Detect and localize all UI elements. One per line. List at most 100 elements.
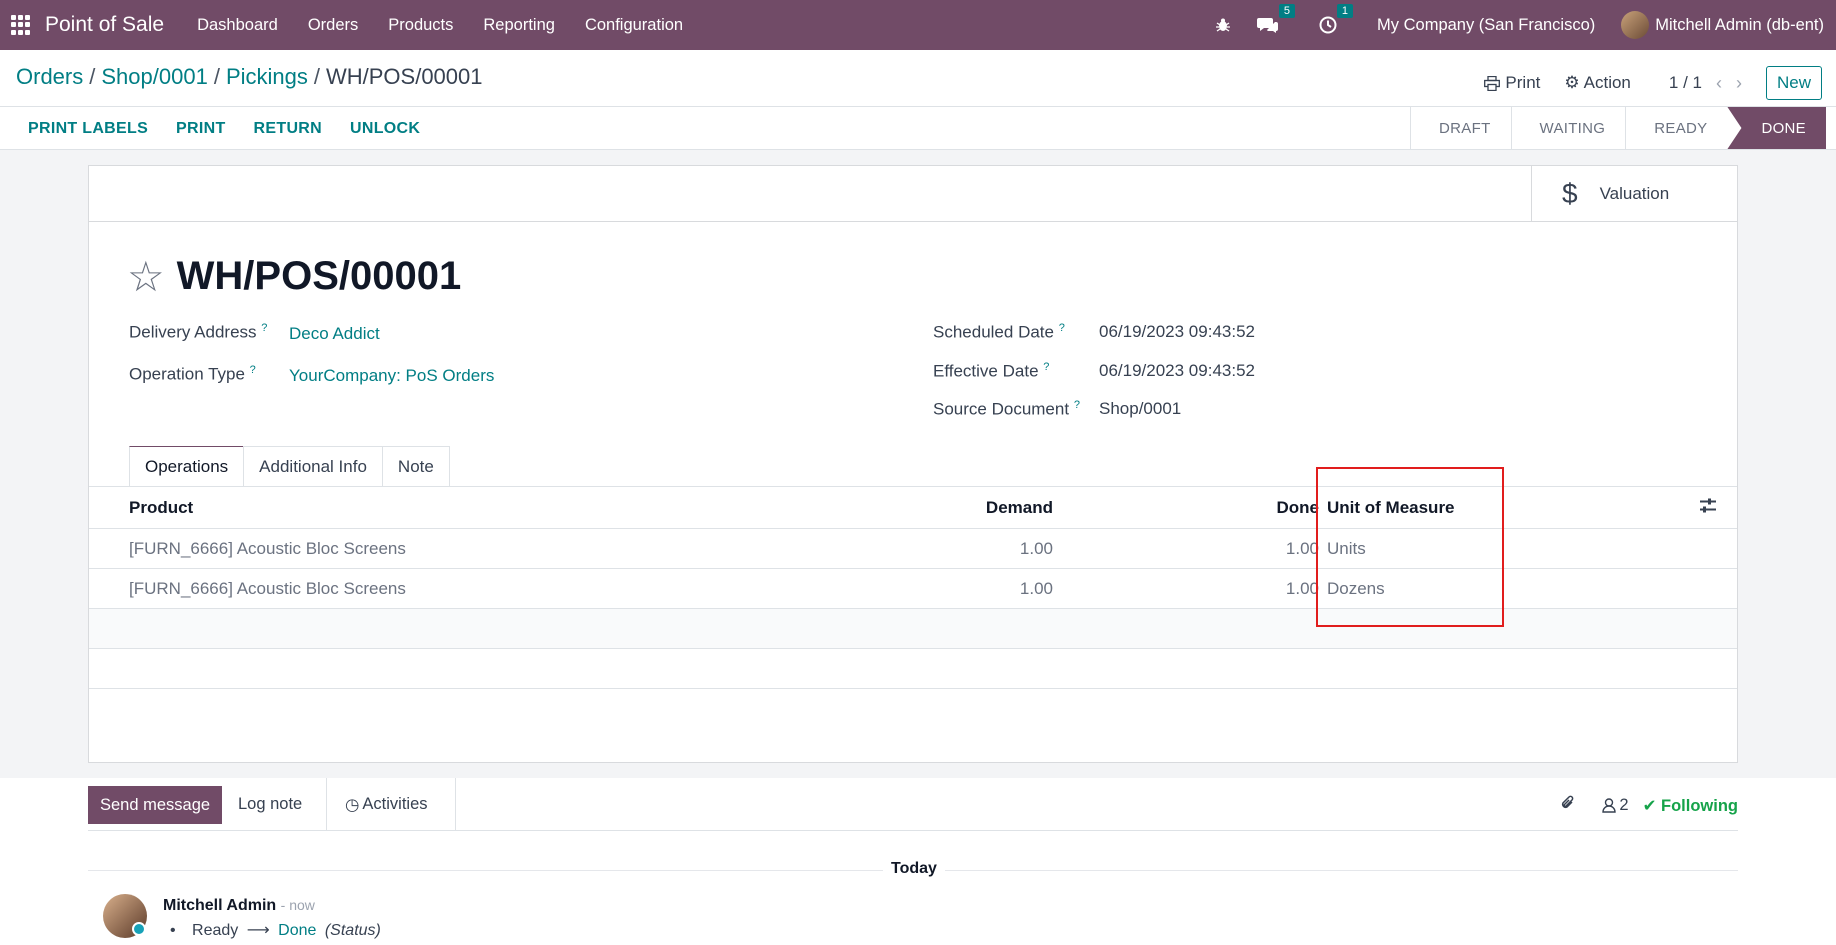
print-labels-button[interactable]: PRINT LABELS bbox=[28, 120, 148, 138]
empty-row bbox=[89, 609, 1737, 649]
help-tooltip-icon[interactable]: ? bbox=[1059, 322, 1065, 334]
header-actions: PRINT LABELS PRINT RETURN UNLOCK bbox=[28, 120, 448, 138]
help-tooltip-icon[interactable]: ? bbox=[250, 364, 256, 376]
check-icon: ✔ bbox=[1642, 796, 1657, 815]
return-button[interactable]: RETURN bbox=[254, 120, 322, 138]
effective-date-label: Effective Date ? bbox=[933, 361, 1050, 381]
help-tooltip-icon[interactable]: ? bbox=[1074, 399, 1080, 411]
breadcrumb: Orders / Shop/0001/Pickings / WH/POS/00001 bbox=[16, 64, 483, 89]
effective-date-value: 06/19/2023 09:43:52 bbox=[1099, 361, 1255, 380]
print-label: Print bbox=[1505, 73, 1541, 92]
menu-configuration[interactable]: Configuration bbox=[585, 16, 683, 35]
menu-dashboard[interactable]: Dashboard bbox=[197, 16, 278, 35]
operation-type-label: Operation Type ? bbox=[129, 364, 256, 384]
status-bar: DRAFT WAITING READY DONE bbox=[1410, 107, 1826, 149]
activities-clock-icon[interactable]: 1 bbox=[1319, 4, 1354, 34]
stage-done[interactable]: DONE bbox=[1727, 107, 1826, 149]
action-label: Action bbox=[1583, 73, 1631, 92]
menu-products[interactable]: Products bbox=[388, 16, 453, 35]
delivery-address-label: Delivery Address ? bbox=[129, 322, 268, 342]
column-demand[interactable]: Demand bbox=[986, 498, 1053, 518]
stage-draft[interactable]: DRAFT bbox=[1410, 107, 1511, 149]
smart-button-box: $ Valuation bbox=[89, 166, 1737, 222]
row-product: [FURN_6666] Acoustic Bloc Screens bbox=[129, 578, 406, 598]
breadcrumb-pickings[interactable]: Pickings bbox=[226, 64, 308, 89]
user-avatar[interactable] bbox=[1621, 11, 1650, 39]
table-row[interactable]: [FURN_6666] Acoustic Bloc Screens 1.00 1… bbox=[89, 529, 1737, 569]
breadcrumb-orders[interactable]: Orders bbox=[16, 64, 83, 89]
scheduled-date-value: 06/19/2023 09:43:52 bbox=[1099, 322, 1255, 341]
scheduled-date-label: Scheduled Date ? bbox=[933, 322, 1065, 342]
source-document-label: Source Document ? bbox=[933, 399, 1080, 419]
debug-bug-icon[interactable] bbox=[1215, 17, 1231, 33]
activities-button[interactable]: ◷ Activities bbox=[326, 778, 456, 831]
following-button[interactable]: ✔ Following bbox=[1643, 796, 1738, 816]
table-row[interactable]: [FURN_6666] Acoustic Bloc Screens 1.00 1… bbox=[89, 569, 1737, 609]
user-icon bbox=[1602, 798, 1617, 813]
print-header-button[interactable]: PRINT bbox=[176, 120, 226, 138]
messages-icon[interactable]: 5 bbox=[1257, 4, 1296, 34]
action-button[interactable]: ⚙ Action bbox=[1564, 73, 1631, 93]
message-time: - now bbox=[280, 897, 315, 913]
delivery-address-link[interactable]: Deco Addict bbox=[289, 324, 380, 344]
company-switcher[interactable]: My Company (San Francisco) bbox=[1377, 16, 1595, 35]
stage-ready[interactable]: READY bbox=[1625, 107, 1727, 149]
row-uom: Units bbox=[1327, 538, 1366, 558]
print-button[interactable]: Print bbox=[1484, 73, 1540, 93]
row-done: 1.00 bbox=[1285, 538, 1319, 558]
notebook-tabs: Operations Additional Info Note bbox=[129, 446, 450, 486]
row-demand: 1.00 bbox=[1019, 538, 1053, 558]
column-unit-of-measure[interactable]: Unit of Measure bbox=[1327, 498, 1455, 518]
menu-orders[interactable]: Orders bbox=[308, 16, 358, 35]
breadcrumb-shop[interactable]: Shop/0001 bbox=[101, 64, 207, 89]
log-note-button[interactable]: Log note bbox=[238, 778, 302, 831]
activities-badge: 1 bbox=[1336, 4, 1354, 18]
valuation-label: Valuation bbox=[1599, 184, 1670, 203]
menu-reporting[interactable]: Reporting bbox=[483, 16, 555, 35]
tracking-field-name: (Status) bbox=[324, 922, 381, 939]
messages-badge: 5 bbox=[1278, 4, 1296, 18]
user-menu[interactable]: Mitchell Admin (db-ent) bbox=[1655, 16, 1824, 35]
unlock-button[interactable]: UNLOCK bbox=[350, 120, 420, 138]
help-tooltip-icon[interactable]: ? bbox=[1043, 361, 1049, 373]
help-tooltip-icon[interactable]: ? bbox=[261, 322, 267, 334]
tab-operations[interactable]: Operations bbox=[129, 446, 245, 486]
send-message-button[interactable]: Send message bbox=[88, 786, 223, 824]
following-label: Following bbox=[1661, 796, 1738, 815]
control-panel-right: Print ⚙ Action 1 / 1 ‹ › New bbox=[1460, 66, 1822, 100]
paperclip-icon[interactable] bbox=[1560, 794, 1576, 817]
date-separator: Today bbox=[883, 860, 945, 878]
pager-next-icon[interactable]: › bbox=[1736, 73, 1742, 94]
pager-value[interactable]: 1 / 1 bbox=[1669, 73, 1702, 93]
optional-columns-toggle-icon[interactable] bbox=[1699, 497, 1717, 518]
form-sheet: $ Valuation ☆ WH/POS/00001 Delivery Addr… bbox=[88, 165, 1738, 763]
column-done[interactable]: Done bbox=[1277, 498, 1320, 518]
pager-previous-icon[interactable]: ‹ bbox=[1716, 73, 1722, 94]
new-button[interactable]: New bbox=[1765, 66, 1822, 100]
app-name[interactable]: Point of Sale bbox=[45, 13, 164, 37]
empty-row bbox=[89, 649, 1737, 689]
row-demand: 1.00 bbox=[1019, 578, 1053, 598]
row-uom: Dozens bbox=[1327, 578, 1385, 598]
tab-note[interactable]: Note bbox=[381, 446, 450, 486]
title-row: ☆ WH/POS/00001 bbox=[127, 252, 461, 301]
breadcrumb-current: WH/POS/00001 bbox=[325, 64, 483, 89]
tracking-old-value: Ready bbox=[192, 922, 239, 939]
dollar-icon: $ bbox=[1562, 178, 1578, 209]
activities-label: Activities bbox=[362, 795, 428, 813]
row-product: [FURN_6666] Acoustic Bloc Screens bbox=[129, 538, 406, 558]
clock-icon: ◷ bbox=[345, 795, 360, 814]
favorite-star-icon[interactable]: ☆ bbox=[127, 252, 165, 301]
arrow-right-icon: ⟶ bbox=[246, 922, 270, 939]
apps-menu-icon[interactable] bbox=[11, 15, 31, 35]
table-header: Product Demand Done Unit of Measure bbox=[89, 487, 1737, 529]
column-product[interactable]: Product bbox=[129, 498, 193, 518]
followers-count: 2 bbox=[1619, 796, 1629, 814]
stage-waiting[interactable]: WAITING bbox=[1510, 107, 1626, 149]
followers-button[interactable]: 2 bbox=[1602, 796, 1629, 815]
operation-type-link[interactable]: YourCompany: PoS Orders bbox=[289, 366, 494, 386]
tab-additional-info[interactable]: Additional Info bbox=[243, 446, 383, 486]
valuation-smart-button[interactable]: $ Valuation bbox=[1531, 166, 1737, 222]
printer-icon bbox=[1484, 75, 1501, 91]
message-author[interactable]: Mitchell Admin bbox=[163, 897, 276, 914]
